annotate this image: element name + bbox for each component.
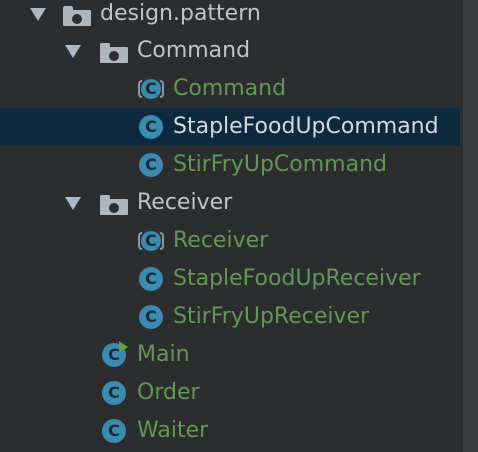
abstract-class-icon: C [138,77,164,101]
tree-row-staplefoodupreceiver[interactable]: C StapleFoodUpReceiver [0,260,460,298]
package-folder-icon [63,6,91,26]
expand-arrow-icon[interactable] [65,197,81,210]
abstract-class-icon: C [138,229,164,253]
expand-arrow-icon[interactable] [65,45,81,58]
tree-row-main[interactable]: C Main [0,336,460,374]
package-label: Receiver [137,190,233,215]
package-folder-icon [100,43,128,63]
class-label: Main [137,342,190,367]
class-label: StirFryUpReceiver [173,304,370,329]
tree-row-staplefoodupcommand[interactable]: C StapleFoodUpCommand [0,108,460,146]
package-label: Command [137,38,251,63]
tree-row-command-package[interactable]: Command [0,32,460,70]
tree-row-receiver-package[interactable]: Receiver [0,184,460,222]
project-tree: design.pattern Command C Command C Stapl… [0,0,463,452]
tree-row-receiver-class[interactable]: C Receiver [0,222,460,260]
tree-row-waiter[interactable]: C Waiter [0,412,460,450]
class-label: StapleFoodUpCommand [173,114,439,139]
class-label: Waiter [137,418,209,443]
class-icon: C [139,305,163,329]
class-icon: C [139,115,163,139]
package-label: design.pattern [100,1,261,26]
tree-row-design-pattern[interactable]: design.pattern [0,0,460,33]
tree-row-command-class[interactable]: C Command [0,70,460,108]
class-icon: C [102,419,126,443]
expand-arrow-icon[interactable] [30,8,46,21]
tree-row-order[interactable]: C Order [0,374,460,412]
run-badge-icon [119,341,128,353]
vertical-scrollbar[interactable] [463,0,478,452]
class-label: StirFryUpCommand [173,152,388,177]
class-label: Order [137,380,200,405]
class-label: Command [173,76,287,101]
class-icon: C [139,153,163,177]
class-icon: C [102,381,126,405]
class-icon: C [139,267,163,291]
tree-row-stirfryupcommand[interactable]: C StirFryUpCommand [0,146,460,184]
class-label: StapleFoodUpReceiver [173,266,421,291]
class-label: Receiver [173,228,269,253]
package-folder-icon [100,195,128,215]
tree-row-stirfryupreceiver[interactable]: C StirFryUpReceiver [0,298,460,336]
